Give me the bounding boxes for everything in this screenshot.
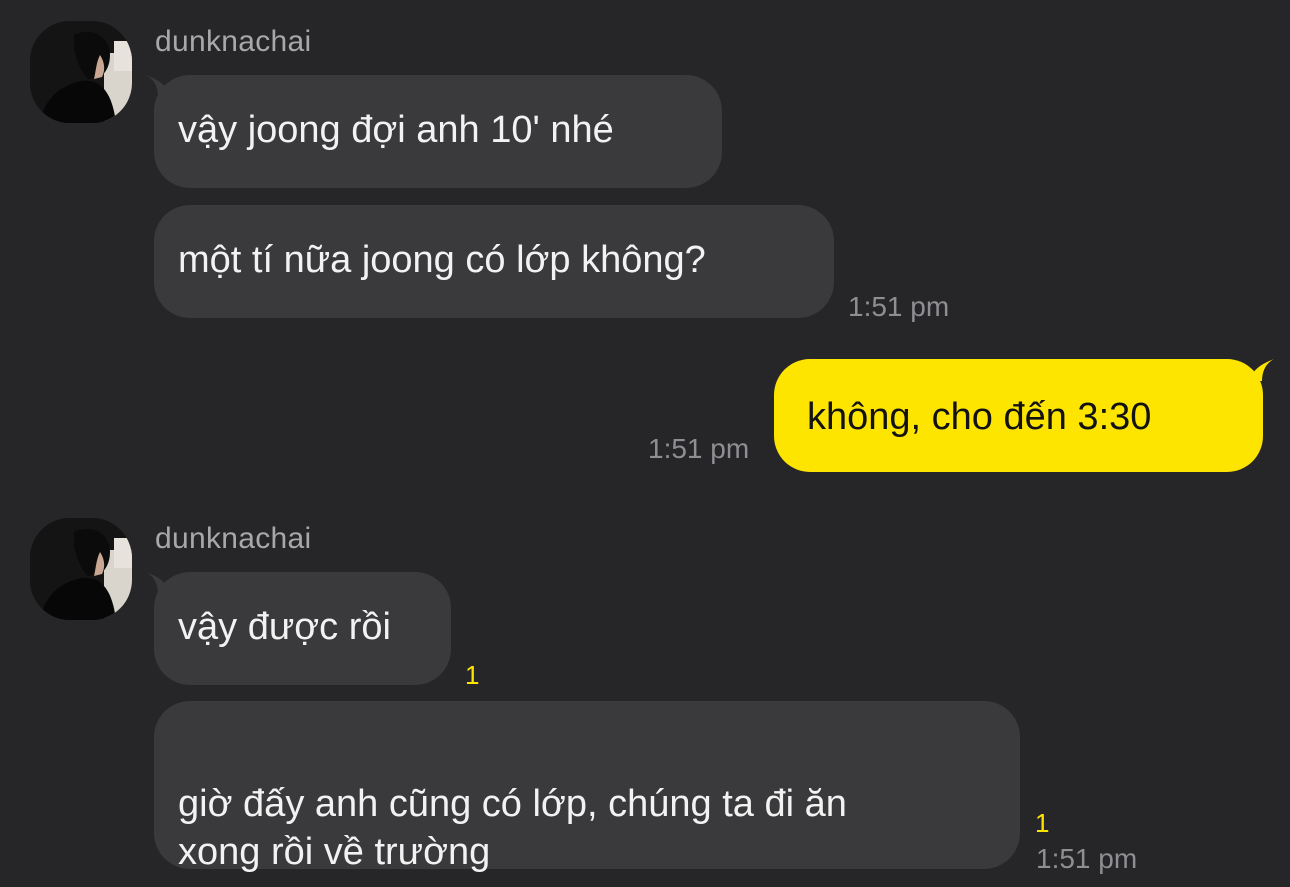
message-bubble[interactable]: giờ đấy anh cũng có lớp, chúng ta đi ăn …: [154, 701, 1020, 873]
message-text: không, cho đến 3:30: [807, 396, 1152, 438]
sender-avatar[interactable]: [30, 21, 132, 123]
message-bubble[interactable]: vậy joong đợi anh 10' nhé: [154, 75, 722, 188]
sender-name: dunknachai: [155, 25, 312, 58]
message-text: giờ đấy anh cũng có lớp, chúng ta đi ăn …: [178, 783, 847, 873]
message-timestamp: 1:51 pm: [648, 433, 750, 464]
message-timestamp: 1:51 pm: [1036, 843, 1138, 874]
unread-count: 1: [465, 660, 480, 690]
chat-thread: dunknachai vậy joong đợi anh 10' nhé một…: [0, 0, 1290, 887]
sender-avatar[interactable]: [30, 518, 132, 620]
message-text: vậy joong đợi anh 10' nhé: [178, 109, 614, 151]
message-bubble[interactable]: một tí nữa joong có lớp không?: [154, 205, 834, 318]
profile-photo-icon: [30, 21, 132, 123]
bubble-tail: [1250, 359, 1274, 381]
message-text: một tí nữa joong có lớp không?: [178, 239, 706, 281]
sender-name: dunknachai: [155, 522, 312, 555]
message-timestamp: 1:51 pm: [848, 291, 950, 322]
message-bubble[interactable]: không, cho đến 3:30: [774, 359, 1263, 472]
unread-count: 1: [1035, 808, 1050, 838]
message-bubble[interactable]: vậy được rồi: [154, 572, 451, 685]
profile-photo-icon: [30, 518, 132, 620]
message-text: vậy được rồi: [178, 606, 391, 648]
